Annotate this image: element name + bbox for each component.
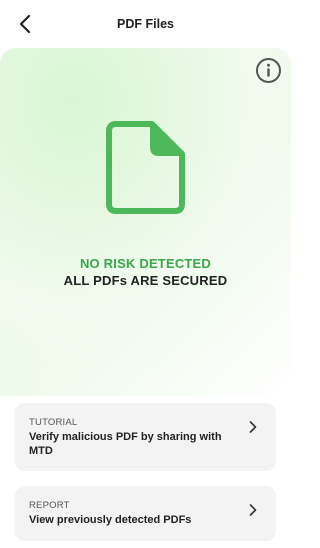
report-card[interactable]: REPORT View previously detected PDFs xyxy=(15,486,276,541)
header-bar: PDF Files xyxy=(0,0,291,48)
page-title: PDF Files xyxy=(117,17,174,31)
status-panel xyxy=(0,48,291,396)
tutorial-card[interactable]: TUTORIAL Verify malicious PDF by sharing… xyxy=(15,403,276,471)
chevron-right-icon xyxy=(249,504,257,516)
info-circle-icon xyxy=(256,58,281,83)
status-no-risk: NO RISK DETECTED xyxy=(79,256,212,271)
info-button[interactable] xyxy=(255,57,282,84)
document-icon xyxy=(106,121,185,214)
report-eyebrow: REPORT xyxy=(29,500,70,511)
status-secured: ALL PDFs ARE SECURED xyxy=(63,273,228,288)
tutorial-eyebrow: TUTORIAL xyxy=(29,417,78,428)
report-text: View previously detected PDFs xyxy=(29,514,192,526)
chevron-right-icon xyxy=(249,421,257,433)
tutorial-text: Verify malicious PDF by sharing with MTD xyxy=(29,431,222,457)
